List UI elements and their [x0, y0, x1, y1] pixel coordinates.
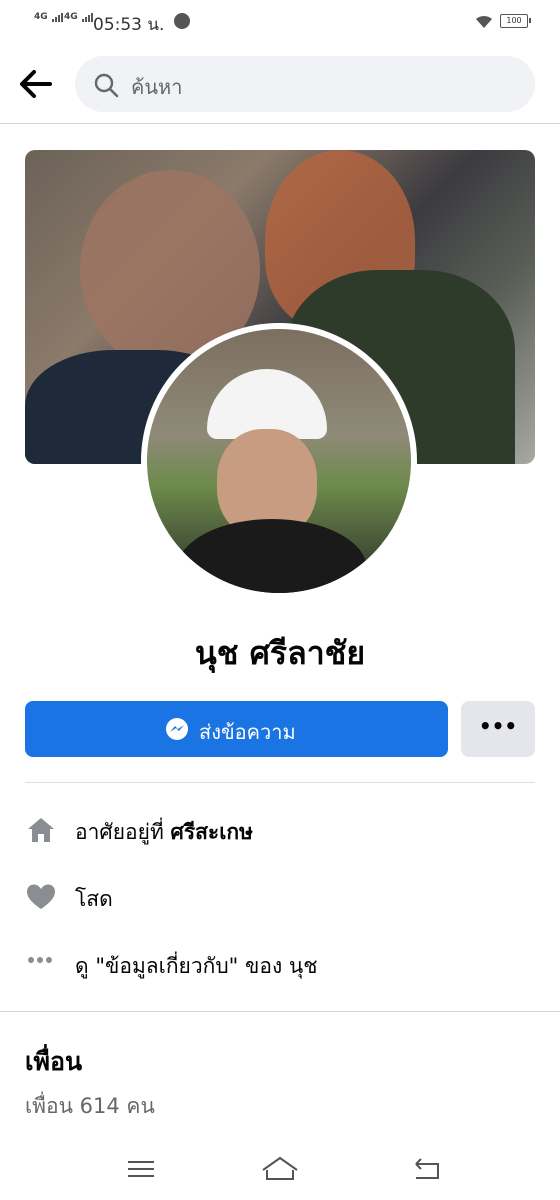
home-icon: [28, 818, 54, 842]
back-arrow-icon[interactable]: [16, 64, 56, 104]
home-nav-icon[interactable]: [260, 1154, 300, 1184]
info-relationship: โสด: [25, 877, 535, 917]
menu-icon[interactable]: [122, 1154, 162, 1184]
relationship-status: โสด: [75, 887, 113, 911]
heart-icon: [27, 884, 55, 909]
back-nav-icon[interactable]: [408, 1154, 448, 1184]
info-about-link[interactable]: ดู "ข้อมูลเกี่ยวกับ" ของ นุช: [25, 944, 535, 984]
clock: 05:53 น.: [93, 15, 165, 35]
top-bar: ค้นหา: [0, 44, 560, 124]
more-options-button[interactable]: •••: [461, 701, 535, 757]
profile-name: นุช ศรีลาชัย: [194, 634, 366, 672]
section-divider: [0, 1011, 560, 1012]
about-link-text[interactable]: ดู "ข้อมูลเกี่ยวกับ" ของ นุช: [75, 950, 318, 983]
search-placeholder: ค้นหา: [131, 75, 183, 99]
more-dots-icon: [28, 957, 52, 963]
send-message-button[interactable]: ส่งข้อความ: [25, 701, 448, 757]
search-input[interactable]: ค้นหา: [75, 56, 535, 112]
battery-indicator: 100: [500, 14, 531, 28]
messenger-notification-icon: [174, 13, 190, 29]
signal-label-1: 4G: [34, 12, 48, 22]
send-message-label: ส่งข้อความ: [199, 720, 296, 744]
friends-count[interactable]: เพื่อน 614 คน: [25, 1090, 155, 1123]
profile-picture[interactable]: [141, 323, 417, 599]
signal-indicator-2: 4G: [64, 12, 94, 22]
status-bar: 4G 4G 05:53 น. 100: [0, 0, 560, 44]
system-navigation-bar: [0, 1140, 560, 1200]
divider: [25, 782, 535, 783]
lives-in-place[interactable]: ศรีสะเกษ: [170, 820, 252, 844]
wifi-icon: [476, 15, 492, 28]
signal-indicator-1: 4G: [34, 12, 64, 22]
signal-label-2: 4G: [64, 12, 78, 22]
lives-in-prefix: อาศัยอยู่ที่: [75, 820, 171, 844]
friends-heading: เพื่อน: [25, 1047, 83, 1076]
messenger-icon: [166, 718, 188, 740]
info-lives-in: อาศัยอยู่ที่ ศรีสะเกษ: [25, 810, 535, 850]
search-icon: [94, 73, 119, 98]
